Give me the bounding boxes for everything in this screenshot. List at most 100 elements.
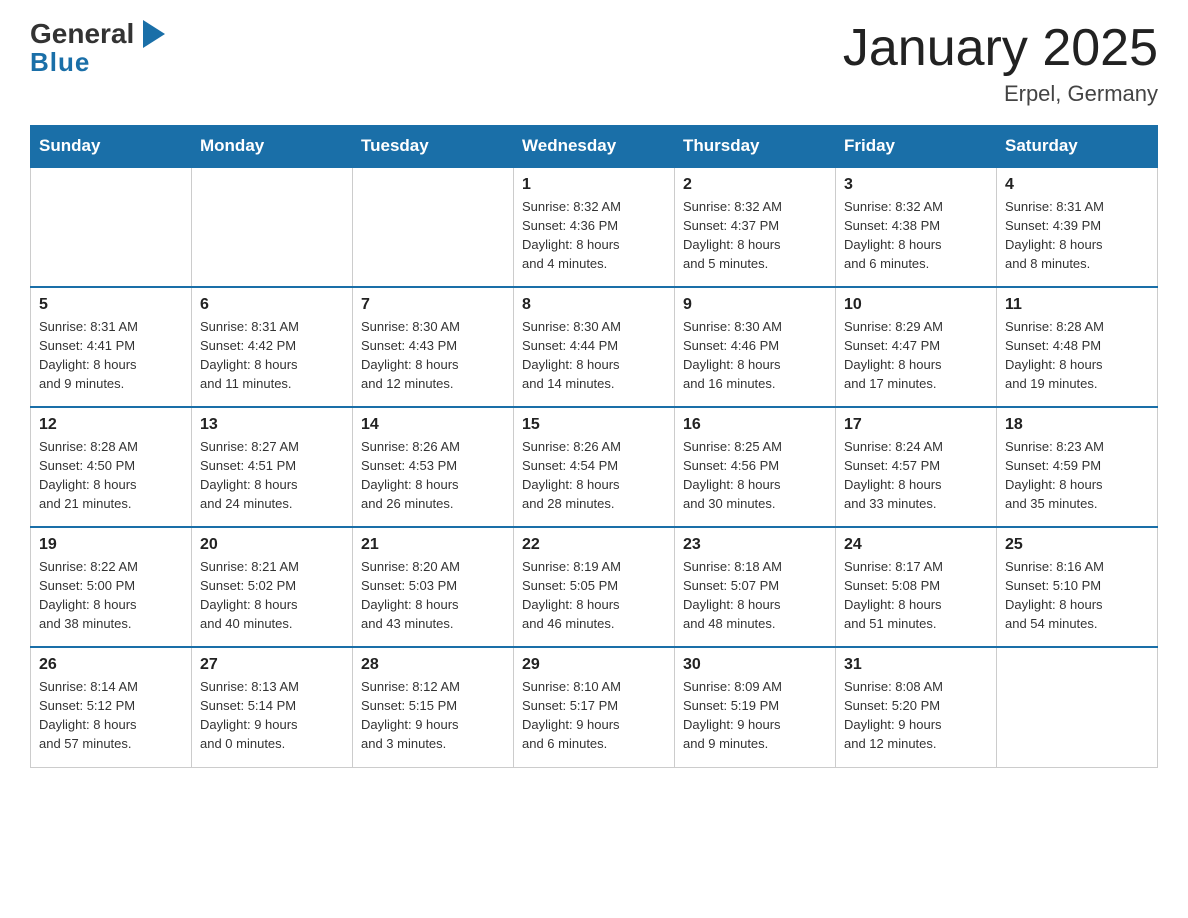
logo-blue-text: Blue: [30, 48, 90, 77]
calendar-day-cell: 29Sunrise: 8:10 AM Sunset: 5:17 PM Dayli…: [514, 647, 675, 767]
calendar-day-cell: 18 Sunrise: 8:23 AM Sunset: 4:59 PM Dayli…: [997, 407, 1158, 527]
calendar-day-cell: 1 Sunrise: 8:32 AM Sunset: 4:36 PM Daylig…: [514, 167, 675, 287]
day-info: Sunrise: 8:13 AM Sunset: 5:14 PM Dayligh…: [200, 678, 344, 753]
day-info: Sunrise: 8:27 AM Sunset: 4:51 PM Dayligh…: [200, 438, 344, 513]
day-number: 20: [200, 536, 344, 554]
day-info: Sunrise: 8:30 AM Sunset: 4:46 PM Dayligh…: [683, 318, 827, 393]
day-number: 1: [522, 176, 666, 194]
day-number: 11: [1005, 296, 1149, 314]
calendar-day-cell: 19 Sunrise: 8:22 AM Sunset: 5:00 PM Dayli…: [31, 527, 192, 647]
day-of-week-header: Tuesday: [353, 126, 514, 168]
calendar-day-cell: [31, 167, 192, 287]
calendar-day-cell: 17 Sunrise: 8:24 AM Sunset: 4:57 PM Dayli…: [836, 407, 997, 527]
calendar-day-cell: [192, 167, 353, 287]
day-info: Sunrise: 8:17 AM Sunset: 5:08 PM Dayligh…: [844, 558, 988, 633]
calendar-day-cell: [997, 647, 1158, 767]
day-info: Sunrise: 8:20 AM Sunset: 5:03 PM Dayligh…: [361, 558, 505, 633]
day-number: 5: [39, 296, 183, 314]
calendar-day-cell: 16 Sunrise: 8:25 AM Sunset: 4:56 PM Dayli…: [675, 407, 836, 527]
day-info: Sunrise: 8:31 AM Sunset: 4:41 PM Dayligh…: [39, 318, 183, 393]
day-number: 7: [361, 296, 505, 314]
day-info: Sunrise: 8:28 AM Sunset: 4:50 PM Dayligh…: [39, 438, 183, 513]
day-info: Sunrise: 8:31 AM Sunset: 4:39 PM Dayligh…: [1005, 198, 1149, 273]
day-number: 3: [844, 176, 988, 194]
day-number: 27: [200, 656, 344, 674]
calendar-day-cell: 23 Sunrise: 8:18 AM Sunset: 5:07 PM Dayli…: [675, 527, 836, 647]
day-info: Sunrise: 8:08 AM Sunset: 5:20 PM Dayligh…: [844, 678, 988, 753]
calendar-header-row: SundayMondayTuesdayWednesdayThursdayFrid…: [31, 126, 1158, 168]
day-of-week-header: Friday: [836, 126, 997, 168]
day-info: Sunrise: 8:31 AM Sunset: 4:42 PM Dayligh…: [200, 318, 344, 393]
day-info: Sunrise: 8:24 AM Sunset: 4:57 PM Dayligh…: [844, 438, 988, 513]
day-info: Sunrise: 8:12 AM Sunset: 5:15 PM Dayligh…: [361, 678, 505, 753]
calendar-day-cell: [353, 167, 514, 287]
day-of-week-header: Thursday: [675, 126, 836, 168]
calendar-title: January 2025: [843, 20, 1158, 77]
calendar-day-cell: 12 Sunrise: 8:28 AM Sunset: 4:50 PM Dayli…: [31, 407, 192, 527]
page-header: General Blue January 2025 Erpel, Germany: [30, 20, 1158, 107]
day-number: 12: [39, 416, 183, 434]
logo-arrow-icon: [143, 20, 165, 48]
day-number: 28: [361, 656, 505, 674]
day-number: 22: [522, 536, 666, 554]
day-info: Sunrise: 8:14 AM Sunset: 5:12 PM Dayligh…: [39, 678, 183, 753]
calendar-week-row: 19 Sunrise: 8:22 AM Sunset: 5:00 PM Dayli…: [31, 527, 1158, 647]
calendar-day-cell: 5 Sunrise: 8:31 AM Sunset: 4:41 PM Daylig…: [31, 287, 192, 407]
day-info: Sunrise: 8:22 AM Sunset: 5:00 PM Dayligh…: [39, 558, 183, 633]
calendar-subtitle: Erpel, Germany: [843, 81, 1158, 107]
calendar-day-cell: 2 Sunrise: 8:32 AM Sunset: 4:37 PM Daylig…: [675, 167, 836, 287]
day-number: 9: [683, 296, 827, 314]
day-info: Sunrise: 8:23 AM Sunset: 4:59 PM Dayligh…: [1005, 438, 1149, 513]
day-of-week-header: Sunday: [31, 126, 192, 168]
day-info: Sunrise: 8:18 AM Sunset: 5:07 PM Dayligh…: [683, 558, 827, 633]
day-info: Sunrise: 8:32 AM Sunset: 4:36 PM Dayligh…: [522, 198, 666, 273]
day-info: Sunrise: 8:32 AM Sunset: 4:38 PM Dayligh…: [844, 198, 988, 273]
day-number: 30: [683, 656, 827, 674]
calendar-day-cell: 26 Sunrise: 8:14 AM Sunset: 5:12 PM Dayli…: [31, 647, 192, 767]
calendar-day-cell: 31 Sunrise: 8:08 AM Sunset: 5:20 PM Dayli…: [836, 647, 997, 767]
day-number: 21: [361, 536, 505, 554]
day-info: Sunrise: 8:10 AM Sunset: 5:17 PM Dayligh…: [522, 678, 666, 753]
day-number: 18: [1005, 416, 1149, 434]
day-number: 17: [844, 416, 988, 434]
day-number: 23: [683, 536, 827, 554]
day-number: 8: [522, 296, 666, 314]
calendar-day-cell: 4Sunrise: 8:31 AM Sunset: 4:39 PM Daylig…: [997, 167, 1158, 287]
day-info: Sunrise: 8:25 AM Sunset: 4:56 PM Dayligh…: [683, 438, 827, 513]
calendar-day-cell: 28 Sunrise: 8:12 AM Sunset: 5:15 PM Dayli…: [353, 647, 514, 767]
calendar-day-cell: 27 Sunrise: 8:13 AM Sunset: 5:14 PM Dayli…: [192, 647, 353, 767]
day-info: Sunrise: 8:26 AM Sunset: 4:54 PM Dayligh…: [522, 438, 666, 513]
day-info: Sunrise: 8:28 AM Sunset: 4:48 PM Dayligh…: [1005, 318, 1149, 393]
day-number: 26: [39, 656, 183, 674]
day-number: 16: [683, 416, 827, 434]
title-block: January 2025 Erpel, Germany: [843, 20, 1158, 107]
calendar-day-cell: 21 Sunrise: 8:20 AM Sunset: 5:03 PM Dayli…: [353, 527, 514, 647]
calendar-day-cell: 14 Sunrise: 8:26 AM Sunset: 4:53 PM Dayli…: [353, 407, 514, 527]
calendar-table: SundayMondayTuesdayWednesdayThursdayFrid…: [30, 125, 1158, 768]
day-number: 25: [1005, 536, 1149, 554]
day-info: Sunrise: 8:32 AM Sunset: 4:37 PM Dayligh…: [683, 198, 827, 273]
day-of-week-header: Wednesday: [514, 126, 675, 168]
day-number: 24: [844, 536, 988, 554]
calendar-day-cell: 8 Sunrise: 8:30 AM Sunset: 4:44 PM Daylig…: [514, 287, 675, 407]
logo-text: General: [30, 20, 143, 48]
day-info: Sunrise: 8:19 AM Sunset: 5:05 PM Dayligh…: [522, 558, 666, 633]
day-number: 31: [844, 656, 988, 674]
day-number: 2: [683, 176, 827, 194]
calendar-day-cell: 30Sunrise: 8:09 AM Sunset: 5:19 PM Dayli…: [675, 647, 836, 767]
calendar-day-cell: 7Sunrise: 8:30 AM Sunset: 4:43 PM Daylig…: [353, 287, 514, 407]
day-info: Sunrise: 8:30 AM Sunset: 4:44 PM Dayligh…: [522, 318, 666, 393]
calendar-day-cell: 3 Sunrise: 8:32 AM Sunset: 4:38 PM Daylig…: [836, 167, 997, 287]
calendar-day-cell: 20 Sunrise: 8:21 AM Sunset: 5:02 PM Dayli…: [192, 527, 353, 647]
calendar-day-cell: 13Sunrise: 8:27 AM Sunset: 4:51 PM Dayli…: [192, 407, 353, 527]
calendar-day-cell: 25Sunrise: 8:16 AM Sunset: 5:10 PM Dayli…: [997, 527, 1158, 647]
day-number: 19: [39, 536, 183, 554]
day-number: 14: [361, 416, 505, 434]
calendar-week-row: 26 Sunrise: 8:14 AM Sunset: 5:12 PM Dayli…: [31, 647, 1158, 767]
calendar-day-cell: 15Sunrise: 8:26 AM Sunset: 4:54 PM Dayli…: [514, 407, 675, 527]
day-number: 6: [200, 296, 344, 314]
calendar-day-cell: 22 Sunrise: 8:19 AM Sunset: 5:05 PM Dayli…: [514, 527, 675, 647]
day-info: Sunrise: 8:26 AM Sunset: 4:53 PM Dayligh…: [361, 438, 505, 513]
day-of-week-header: Saturday: [997, 126, 1158, 168]
day-info: Sunrise: 8:21 AM Sunset: 5:02 PM Dayligh…: [200, 558, 344, 633]
